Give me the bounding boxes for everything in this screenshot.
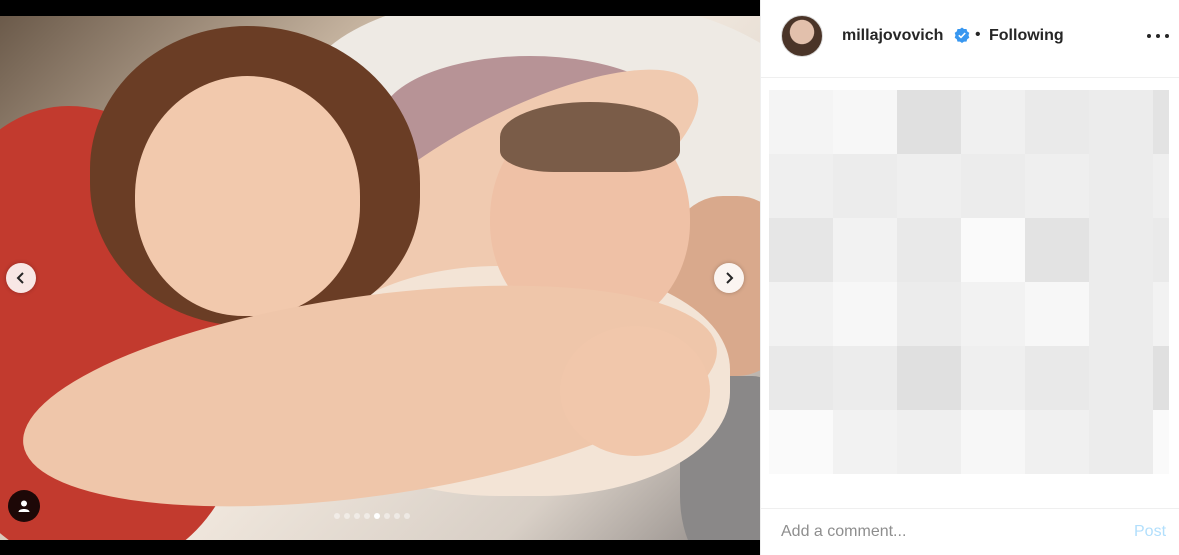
carousel-dot	[364, 513, 370, 519]
more-dot-icon	[1156, 34, 1160, 38]
post-photo[interactable]	[0, 16, 760, 540]
media-viewer	[0, 0, 760, 555]
blurred-comment-block	[961, 282, 1025, 346]
carousel-dot	[334, 513, 340, 519]
blurred-comment-block	[769, 90, 833, 154]
carousel-next-button[interactable]	[714, 263, 744, 293]
carousel-dot	[354, 513, 360, 519]
blurred-comment-block	[833, 90, 897, 154]
blurred-comment-block	[897, 218, 961, 282]
blurred-comment-block	[961, 154, 1025, 218]
chevron-right-icon	[726, 272, 734, 284]
blurred-comment-block	[1089, 154, 1153, 218]
blurred-comment-block	[769, 346, 833, 410]
blurred-comment-block	[1089, 218, 1153, 282]
blurred-comment-block	[897, 90, 961, 154]
blurred-comment-block	[961, 90, 1025, 154]
carousel-dot	[384, 513, 390, 519]
blurred-comment-block	[897, 154, 961, 218]
verified-badge-icon	[954, 27, 970, 43]
carousel-dot	[344, 513, 350, 519]
photo-girl-face	[135, 76, 360, 316]
blurred-comment-block	[1153, 154, 1169, 218]
blurred-comment-block	[833, 282, 897, 346]
blurred-comment-block	[833, 154, 897, 218]
blurred-comment-block	[833, 218, 897, 282]
blurred-comment-block	[1025, 410, 1089, 474]
blurred-comment-block	[961, 346, 1025, 410]
blurred-comment-block	[1153, 90, 1169, 154]
post-username[interactable]: millajovovich	[842, 27, 943, 45]
blurred-comment-block	[1089, 90, 1153, 154]
blurred-comment-block	[1025, 154, 1089, 218]
blurred-comment-block	[1153, 282, 1169, 346]
blurred-comment-block	[833, 346, 897, 410]
post-header: millajovovich • Following	[761, 0, 1179, 78]
photo-hand	[560, 326, 710, 456]
following-button[interactable]: Following	[989, 27, 1064, 45]
carousel-dot	[374, 513, 380, 519]
blurred-comment-block	[769, 410, 833, 474]
blurred-comment-block	[1025, 282, 1089, 346]
blurred-comment-block	[961, 410, 1025, 474]
blurred-comment-block	[1025, 218, 1089, 282]
blurred-comment-block	[833, 410, 897, 474]
carousel-dot	[394, 513, 400, 519]
blurred-comment-block	[961, 218, 1025, 282]
post-side-panel: millajovovich • Following Post	[760, 0, 1179, 555]
blurred-comment-block	[1153, 410, 1169, 474]
chevron-left-icon	[16, 272, 24, 284]
media-bottom-bar	[0, 540, 760, 555]
blurred-comment-block	[769, 218, 833, 282]
blurred-comment-block	[1153, 218, 1169, 282]
more-dot-icon	[1147, 34, 1151, 38]
blurred-comment-block	[897, 282, 961, 346]
photo-baby-hair	[500, 102, 680, 172]
blurred-comment-block	[1089, 282, 1153, 346]
blurred-comment-block	[1089, 346, 1153, 410]
comment-input[interactable]	[781, 521, 1101, 543]
more-options-button[interactable]	[1147, 28, 1169, 44]
comments-blurred-area	[769, 90, 1169, 490]
header-separator: •	[975, 26, 981, 43]
blurred-comment-block	[1089, 410, 1153, 474]
instagram-post-view: millajovovich • Following Post	[0, 0, 1179, 555]
blurred-comment-block	[769, 282, 833, 346]
carousel-indicators	[334, 513, 410, 519]
profile-avatar[interactable]	[781, 15, 823, 57]
comment-bar: Post	[761, 508, 1179, 555]
blurred-comment-block	[1025, 346, 1089, 410]
post-comment-button[interactable]: Post	[1134, 523, 1166, 541]
blurred-comment-block	[769, 154, 833, 218]
blurred-comment-block	[897, 346, 961, 410]
carousel-prev-button[interactable]	[6, 263, 36, 293]
media-top-bar	[0, 0, 760, 16]
more-dot-icon	[1165, 34, 1169, 38]
blurred-comment-block	[1025, 90, 1089, 154]
user-tag-button[interactable]	[8, 490, 40, 522]
user-tag-icon	[18, 500, 30, 512]
blurred-comment-block	[897, 410, 961, 474]
carousel-dot	[404, 513, 410, 519]
blurred-comment-block	[1153, 346, 1169, 410]
